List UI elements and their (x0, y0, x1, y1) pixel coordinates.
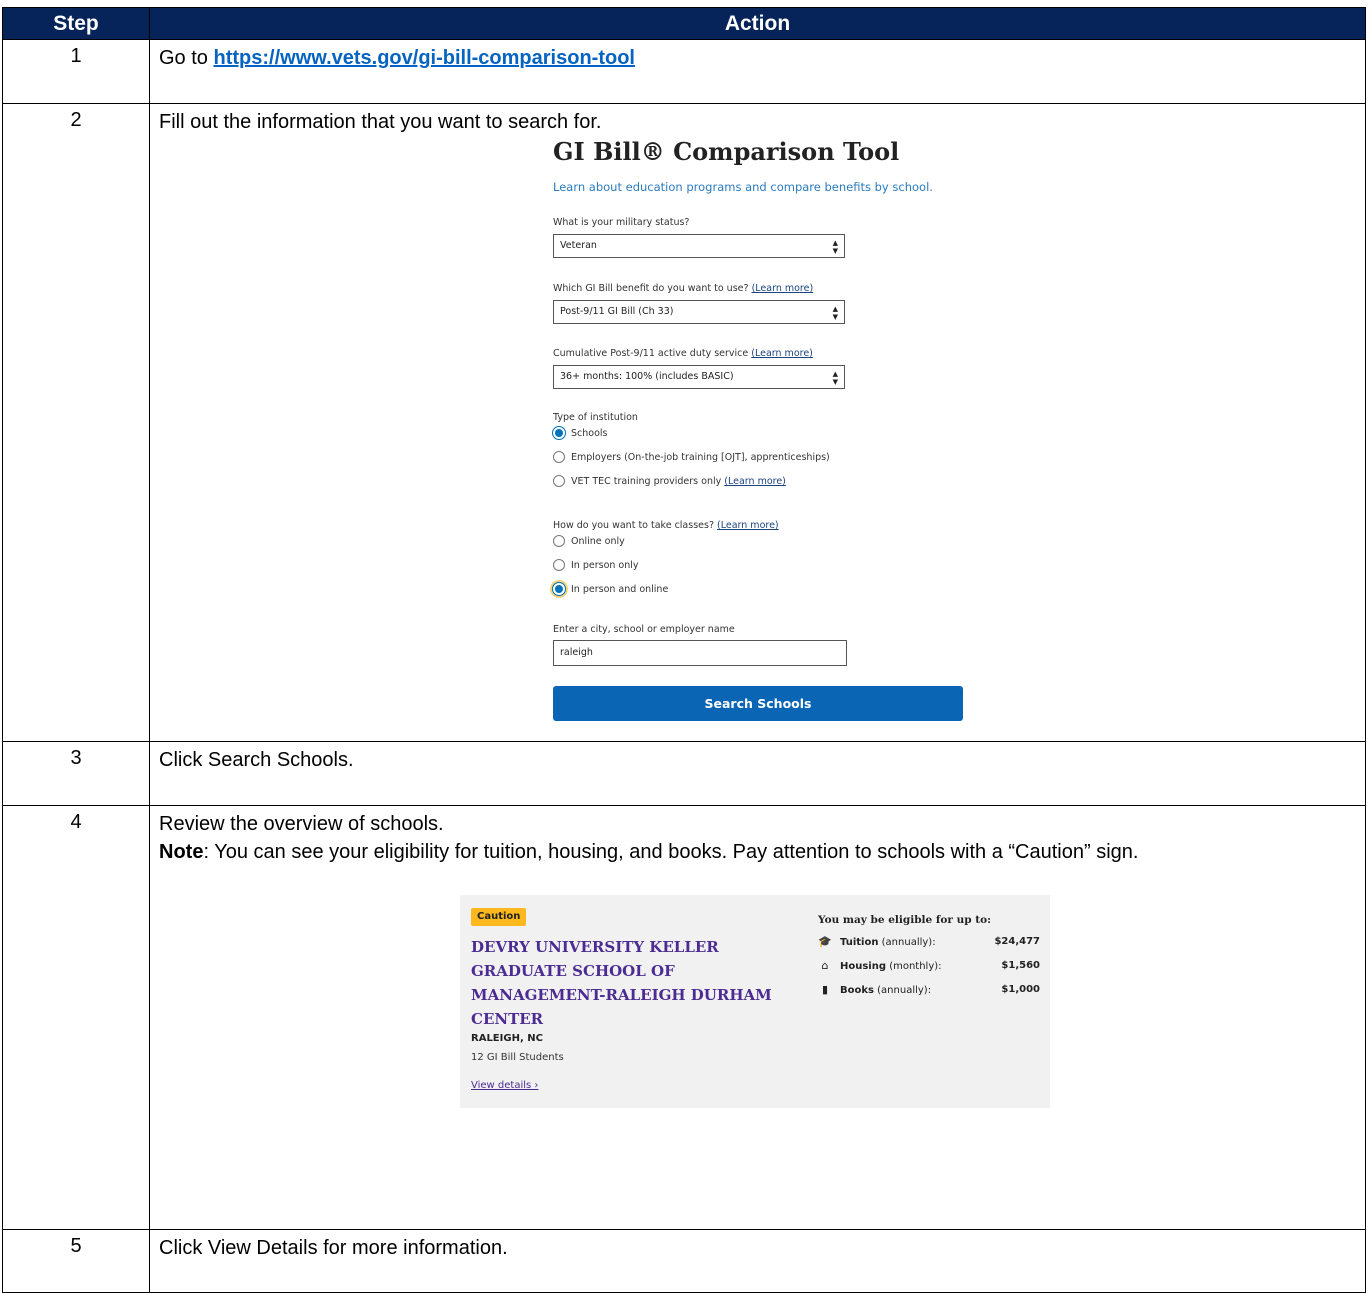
benefit-value: $1,560 (1001, 960, 1040, 971)
caution-badge: Caution (471, 908, 527, 926)
search-label: Enter a city, school or employer name (553, 624, 735, 635)
home-icon: ⌂ (821, 959, 829, 972)
step-number: 2 (2, 103, 150, 742)
benefit-row: ⌂ Housing (monthly): $1,560 (818, 959, 1041, 973)
classes-label: How do you want to take classes? (Learn … (553, 520, 779, 531)
benefit-value: $24,477 (994, 936, 1040, 947)
step-action: Go to https://www.vets.gov/gi-bill-compa… (149, 39, 1366, 104)
step-text: Review the overview of schools. (159, 813, 444, 835)
student-count: 12 GI Bill Students (471, 1052, 564, 1063)
step-number: 4 (2, 805, 150, 1230)
select-value: Post-9/11 GI Bill (Ch 33) (560, 306, 674, 317)
sort-caret-icon: ▲ ▼ (832, 239, 838, 255)
radio-online-only[interactable]: Online only (553, 534, 625, 549)
military-status-label: What is your military status? (553, 217, 690, 228)
step-action: Fill out the information that you want t… (149, 103, 1366, 742)
benefit-row: ▮ Books (annually): $1,000 (818, 984, 1040, 997)
select-value: Veteran (560, 240, 597, 251)
service-select[interactable]: 36+ months: 100% (includes BASIC) ▲ ▼ (553, 365, 845, 389)
school-card-screenshot: Caution DEVRY UNIVERSITY KELLER GRADUATE… (460, 895, 1050, 1108)
gi-tool-title: GI Bill® Comparison Tool (553, 137, 900, 166)
radio-selected-icon (553, 426, 565, 439)
military-status-select[interactable]: Veteran ▲ ▼ (553, 234, 845, 258)
step-action: Click View Details for more information. (149, 1229, 1366, 1293)
radio-employers[interactable]: Employers (On-the-job training [OJT], ap… (553, 450, 830, 465)
learn-more-link[interactable]: (Learn more) (717, 520, 779, 531)
step-action: Review the overview of schools. Note: Yo… (149, 805, 1366, 1230)
table-row: 4 Review the overview of schools. Note: … (2, 805, 1366, 1230)
radio-selected-icon (553, 582, 565, 595)
graduation-cap-icon: 🎓 (818, 935, 832, 948)
search-schools-button[interactable]: Search Schools (553, 686, 963, 721)
gi-tool-subtitle: Learn about education programs and compa… (553, 180, 933, 194)
benefit-row: 🎓 Tuition (annually): $24,477 (818, 935, 1040, 949)
note-text: : You can see your eligibility for tuiti… (203, 841, 1139, 863)
comparison-tool-link[interactable]: https://www.vets.gov/gi-bill-comparison-… (213, 47, 634, 69)
table-row: 5 Click View Details for more informatio… (2, 1229, 1366, 1293)
note-label: Note (159, 841, 204, 863)
view-details-link[interactable]: View details › (471, 1080, 538, 1092)
radio-empty-icon (553, 450, 565, 463)
gi-bill-form-screenshot: GI Bill® Comparison Tool Learn about edu… (549, 137, 1359, 721)
learn-more-link[interactable]: (Learn more) (752, 283, 814, 294)
learn-more-link[interactable]: (Learn more) (724, 476, 786, 487)
eligible-header: You may be eligible for up to: (818, 914, 991, 926)
radio-empty-icon (553, 534, 565, 547)
step-number: 1 (2, 39, 150, 104)
radio-empty-icon (553, 474, 565, 487)
service-label: Cumulative Post-9/11 active duty service… (553, 348, 813, 359)
step-number: 3 (2, 741, 150, 806)
radio-in-person-only[interactable]: In person only (553, 558, 639, 573)
table-row: 2 Fill out the information that you want… (2, 103, 1366, 742)
select-value: 36+ months: 100% (includes BASIC) (560, 371, 734, 382)
sort-caret-icon: ▲ ▼ (832, 370, 838, 386)
radio-schools[interactable]: Schools (553, 426, 608, 441)
step-text: Go to (159, 47, 214, 69)
radio-empty-icon (553, 558, 565, 571)
learn-more-link[interactable]: (Learn more) (751, 348, 813, 359)
step-number: 5 (2, 1229, 150, 1293)
steps-table: Step Action 1 Go to https://www.vets.gov… (2, 7, 1366, 1293)
search-input[interactable]: raleigh (553, 640, 847, 666)
step-text: Fill out the information that you want t… (159, 111, 602, 133)
radio-vet-tec[interactable]: VET TEC training providers only (Learn m… (553, 474, 786, 489)
table-row: 1 Go to https://www.vets.gov/gi-bill-com… (2, 39, 1366, 104)
school-name-link[interactable]: DEVRY UNIVERSITY KELLER GRADUATE SCHOOL … (471, 935, 801, 1031)
header-step: Step (2, 7, 150, 40)
radio-in-person-online[interactable]: In person and online (553, 582, 668, 597)
step-action: Click Search Schools. (149, 741, 1366, 806)
book-icon: ▮ (821, 983, 829, 996)
benefit-label: Which GI Bill benefit do you want to use… (553, 283, 814, 294)
institution-label: Type of institution (553, 412, 638, 423)
table-row: 3 Click Search Schools. (2, 741, 1366, 806)
header-action: Action (149, 7, 1366, 40)
school-city: RALEIGH, NC (471, 1033, 543, 1044)
benefit-value: $1,000 (1001, 984, 1040, 995)
sort-caret-icon: ▲ ▼ (832, 305, 838, 321)
step-note: Note: You can see your eligibility for t… (159, 837, 1355, 867)
benefit-select[interactable]: Post-9/11 GI Bill (Ch 33) ▲ ▼ (553, 300, 845, 324)
